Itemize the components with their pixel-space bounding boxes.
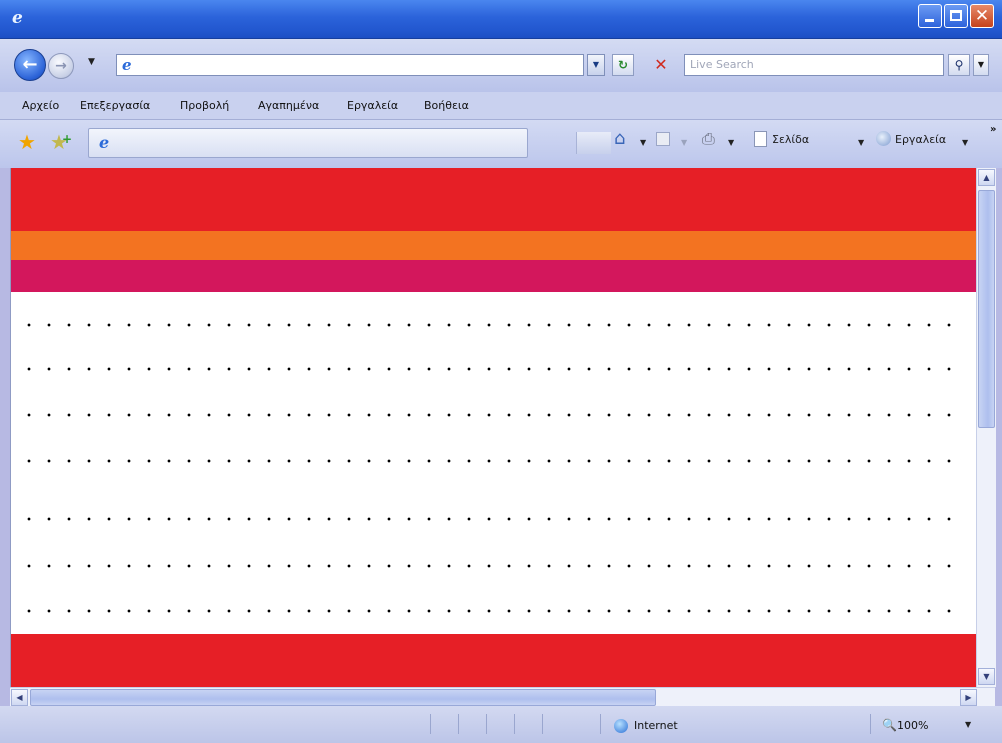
refresh-button[interactable]: ↻ xyxy=(612,54,634,76)
dotted-line xyxy=(19,564,959,568)
scroll-right-button[interactable]: ▶ xyxy=(960,689,977,706)
internet-zone-icon xyxy=(614,719,628,733)
menu-help[interactable]: Βοήθεια xyxy=(424,99,469,112)
feeds-dropdown[interactable]: ▼ xyxy=(681,138,687,147)
menu-edit[interactable]: Επεξεργασία xyxy=(80,99,150,112)
stop-button[interactable]: ✕ xyxy=(650,54,672,76)
page-icon xyxy=(754,131,767,147)
home-icon[interactable]: ⌂ xyxy=(614,130,632,148)
dotted-line xyxy=(19,459,959,463)
menu-favorites[interactable]: Αγαπημένα xyxy=(258,99,319,112)
status-divider xyxy=(458,714,459,734)
home-dropdown[interactable]: ▼ xyxy=(640,138,646,147)
menu-view[interactable]: Προβολή xyxy=(180,99,229,112)
scroll-up-button[interactable]: ▲ xyxy=(978,169,995,186)
security-zone-label: Internet xyxy=(634,719,678,732)
dotted-line xyxy=(19,517,959,521)
search-options-dropdown[interactable]: ▼ xyxy=(973,54,989,76)
status-divider xyxy=(870,714,871,734)
horizontal-scrollbar[interactable]: ◀ ▶ xyxy=(10,687,995,707)
menu-bar: Αρχείο Επεξεργασία Προβολή Αγαπημένα Εργ… xyxy=(0,92,1002,120)
dotted-line xyxy=(19,413,959,417)
add-favorites-icon[interactable]: ★ xyxy=(50,129,72,152)
minimize-icon xyxy=(925,19,934,22)
print-dropdown[interactable]: ▼ xyxy=(728,138,734,147)
new-tab-button[interactable] xyxy=(576,132,611,154)
search-icon: ⚲ xyxy=(954,58,964,72)
search-button[interactable]: ⚲ xyxy=(948,54,970,76)
minimize-button[interactable] xyxy=(918,4,942,28)
recent-pages-dropdown[interactable]: ▼ xyxy=(88,57,96,71)
status-divider xyxy=(542,714,543,734)
favorites-star-icon[interactable]: ★ xyxy=(18,132,36,152)
maximize-button[interactable] xyxy=(944,4,968,28)
tools-icon xyxy=(876,131,891,146)
page-menu-dropdown[interactable]: ▼ xyxy=(858,138,864,147)
refresh-icon: ↻ xyxy=(617,58,629,72)
red-header-band xyxy=(11,168,977,231)
forward-icon: → xyxy=(55,58,67,74)
page-content xyxy=(10,168,977,687)
status-bar: Internet 🔍 100% ▼ xyxy=(0,706,1002,743)
back-button[interactable]: ← xyxy=(14,49,46,81)
zoom-icon[interactable]: 🔍 xyxy=(882,718,897,732)
menu-file[interactable]: Αρχείο xyxy=(22,99,59,112)
address-input[interactable] xyxy=(143,58,573,72)
red-footer-band xyxy=(11,634,977,687)
browser-window: e ✕ ← → ▼ e ▼ ↻ ✕ Live Search ⚲ ▼ Αρχείο… xyxy=(0,0,1002,743)
dotted-line xyxy=(19,323,959,327)
browser-tab[interactable]: e xyxy=(88,128,611,158)
title-bar: e ✕ xyxy=(0,0,1002,39)
feeds-icon[interactable] xyxy=(656,132,670,146)
tools-menu-dropdown[interactable]: ▼ xyxy=(962,138,968,147)
ie-logo-icon: e xyxy=(12,8,23,28)
menu-tools[interactable]: Εργαλεία xyxy=(347,99,398,112)
status-divider xyxy=(514,714,515,734)
vertical-scrollbar[interactable]: ▲ ▼ xyxy=(976,168,996,687)
scroll-left-button[interactable]: ◀ xyxy=(11,689,28,706)
status-divider xyxy=(430,714,431,734)
vertical-scroll-thumb[interactable] xyxy=(978,190,995,428)
stop-icon: ✕ xyxy=(654,55,668,74)
back-icon: ← xyxy=(22,54,38,75)
command-bar: ★ ★ e ⌂ ▼ ▼ ⎙ ▼ Σελίδα ▼ Εργαλεία ▼ » xyxy=(0,120,1002,168)
status-divider xyxy=(600,714,601,734)
magenta-band xyxy=(11,260,977,292)
page-menu-button[interactable]: Σελίδα xyxy=(772,133,809,146)
search-field[interactable]: Live Search xyxy=(684,54,944,76)
horizontal-scroll-thumb[interactable] xyxy=(30,689,656,706)
close-button[interactable]: ✕ xyxy=(970,4,994,28)
print-icon[interactable]: ⎙ xyxy=(702,130,720,148)
scroll-down-button[interactable]: ▼ xyxy=(978,668,995,685)
search-input[interactable]: Live Search xyxy=(690,58,754,71)
maximize-icon xyxy=(950,10,962,21)
address-bar-row: ← → ▼ e ▼ ↻ ✕ Live Search ⚲ ▼ xyxy=(0,39,1002,92)
more-commands-chevron[interactable]: » xyxy=(990,124,996,135)
dotted-line xyxy=(19,367,959,371)
close-icon: ✕ xyxy=(974,6,990,26)
dotted-line xyxy=(19,609,959,613)
zoom-dropdown[interactable]: ▼ xyxy=(965,720,971,729)
address-dropdown-button[interactable]: ▼ xyxy=(587,54,605,76)
tools-menu-button[interactable]: Εργαλεία xyxy=(895,133,946,146)
tab-title xyxy=(123,137,473,151)
forward-button[interactable]: → xyxy=(48,53,74,79)
address-field[interactable]: e xyxy=(116,54,584,76)
zoom-level[interactable]: 100% xyxy=(897,719,928,732)
tab-ie-icon: e xyxy=(99,133,110,152)
status-divider xyxy=(486,714,487,734)
page-ie-icon: e xyxy=(122,56,132,74)
orange-band xyxy=(11,231,977,260)
